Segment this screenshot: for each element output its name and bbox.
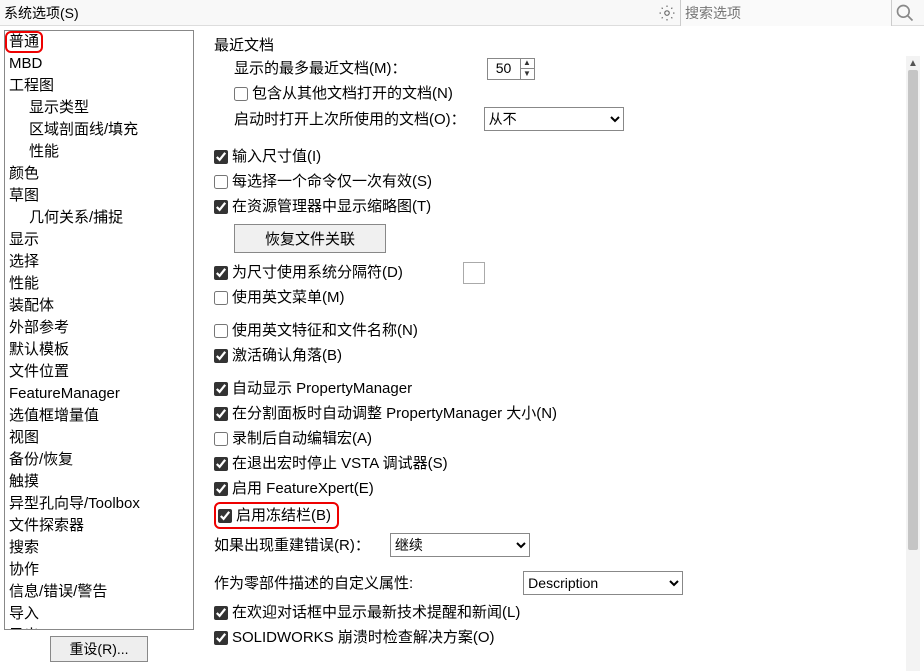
sidebar-item-18[interactable]: 视图 (5, 427, 193, 449)
sidebar-item-1[interactable]: MBD (5, 53, 193, 75)
auto-pm-checkbox[interactable] (214, 382, 228, 396)
confirm-corner-checkbox[interactable] (214, 349, 228, 363)
restore-assoc-button[interactable]: 恢复文件关联 (234, 224, 386, 253)
search-area (658, 0, 918, 26)
top-bar: 系统选项(S) (0, 0, 924, 26)
system-options-tab[interactable]: 系统选项(S) (4, 3, 79, 23)
thumbnails-checkbox[interactable] (214, 200, 228, 214)
sidebar-item-9[interactable]: 显示 (5, 229, 193, 251)
open-last-label: 启动时打开上次所使用的文档(O)： (234, 108, 466, 131)
english-feat-checkbox[interactable] (214, 324, 228, 338)
search-icon[interactable] (892, 0, 918, 26)
single-cmd-label: 每选择一个命令仅一次有效(S) (232, 170, 432, 193)
sidebar-item-27[interactable]: 导出 (5, 625, 193, 630)
input-dim-checkbox[interactable] (214, 150, 228, 164)
scrollbar-thumb[interactable] (908, 70, 918, 550)
spinner-down-icon[interactable]: ▼ (520, 69, 534, 80)
include-other-docs-checkbox[interactable] (234, 87, 248, 101)
sidebar-item-21[interactable]: 异型孔向导/Toolbox (5, 493, 193, 515)
sidebar-item-8[interactable]: 几何关系/捕捉 (5, 207, 193, 229)
welcome-news-checkbox[interactable] (214, 606, 228, 620)
freezebar-label: 启用冻结栏(B) (236, 504, 331, 527)
sidebar-item-20[interactable]: 触摸 (5, 471, 193, 493)
open-last-select[interactable]: 从不 (484, 107, 624, 131)
sidebar-item-7[interactable]: 草图 (5, 185, 193, 207)
max-docs-spinner[interactable]: 50 ▲ ▼ (487, 58, 535, 80)
sidebar-item-13[interactable]: 外部参考 (5, 317, 193, 339)
max-docs-value: 50 (488, 57, 520, 80)
sidebar-item-2[interactable]: 工程图 (5, 75, 193, 97)
auto-resize-checkbox[interactable] (214, 407, 228, 421)
auto-macro-label: 录制后自动编辑宏(A) (232, 427, 372, 450)
sidebar-item-26[interactable]: 导入 (5, 603, 193, 625)
featurexpert-checkbox[interactable] (214, 482, 228, 496)
welcome-news-label: 在欢迎对话框中显示最新技术提醒和新闻(L) (232, 601, 520, 624)
scroll-up-icon[interactable]: ▲ (906, 56, 920, 70)
separator-display-box (463, 262, 485, 284)
english-menu-label: 使用英文菜单(M) (232, 286, 345, 309)
custom-prop-label: 作为零部件描述的自定义属性: (214, 572, 413, 595)
auto-pm-label: 自动显示 PropertyManager (232, 377, 412, 400)
sidebar-item-19[interactable]: 备份/恢复 (5, 449, 193, 471)
sidebar-item-12[interactable]: 装配体 (5, 295, 193, 317)
sidebar-item-5[interactable]: 性能 (5, 141, 193, 163)
auto-resize-label: 在分割面板时自动调整 PropertyManager 大小(N) (232, 402, 557, 425)
crash-check-checkbox[interactable] (214, 631, 228, 645)
custom-prop-select[interactable]: Description (523, 571, 683, 595)
sidebar-item-3[interactable]: 显示类型 (5, 97, 193, 119)
include-other-docs-label: 包含从其他文档打开的文档(N) (252, 82, 453, 105)
english-menu-checkbox[interactable] (214, 291, 228, 305)
max-docs-label: 显示的最多最近文档(M)： (234, 57, 407, 80)
sidebar-item-16[interactable]: FeatureManager (5, 383, 193, 405)
sys-separator-checkbox[interactable] (214, 266, 228, 280)
confirm-corner-label: 激活确认角落(B) (232, 344, 342, 367)
sidebar-item-11[interactable]: 性能 (5, 273, 193, 295)
freezebar-checkbox[interactable] (218, 509, 232, 523)
vertical-scrollbar[interactable]: ▲ ▼ (906, 56, 920, 671)
sidebar-column: 普通MBD工程图显示类型区域剖面线/填充性能颜色草图几何关系/捕捉显示选择性能装… (0, 26, 198, 671)
recent-docs-title: 最近文档 (214, 34, 920, 57)
sidebar-item-10[interactable]: 选择 (5, 251, 193, 273)
sidebar-item-24[interactable]: 协作 (5, 559, 193, 581)
input-dim-label: 输入尺寸值(I) (232, 145, 321, 168)
sidebar-item-14[interactable]: 默认模板 (5, 339, 193, 361)
stop-vsta-label: 在退出宏时停止 VSTA 调试器(S) (232, 452, 448, 475)
featurexpert-label: 启用 FeatureXpert(E) (232, 477, 374, 500)
sidebar-item-6[interactable]: 颜色 (5, 163, 193, 185)
sidebar-item-0[interactable]: 普通 (5, 31, 43, 53)
sidebar-item-22[interactable]: 文件探索器 (5, 515, 193, 537)
sidebar-item-17[interactable]: 选值框增量值 (5, 405, 193, 427)
sidebar-item-25[interactable]: 信息/错误/警告 (5, 581, 193, 603)
rebuild-error-select[interactable]: 继续 (390, 533, 530, 557)
sys-separator-label: 为尺寸使用系统分隔符(D) (232, 261, 403, 284)
sidebar-item-23[interactable]: 搜索 (5, 537, 193, 559)
search-input[interactable] (680, 0, 892, 26)
spinner-up-icon[interactable]: ▲ (520, 58, 534, 69)
sidebar-item-15[interactable]: 文件位置 (5, 361, 193, 383)
stop-vsta-checkbox[interactable] (214, 457, 228, 471)
auto-macro-checkbox[interactable] (214, 432, 228, 446)
single-cmd-checkbox[interactable] (214, 175, 228, 189)
rebuild-error-label: 如果出现重建错误(R)： (214, 534, 370, 557)
crash-check-label: SOLIDWORKS 崩溃时检查解决方案(O) (232, 626, 495, 649)
thumbnails-label: 在资源管理器中显示缩略图(T) (232, 195, 431, 218)
main-area: 普通MBD工程图显示类型区域剖面线/填充性能颜色草图几何关系/捕捉显示选择性能装… (0, 26, 924, 671)
sidebar-tree[interactable]: 普通MBD工程图显示类型区域剖面线/填充性能颜色草图几何关系/捕捉显示选择性能装… (4, 30, 194, 630)
sidebar-item-4[interactable]: 区域剖面线/填充 (5, 119, 193, 141)
settings-search-icon (658, 4, 676, 22)
reset-button[interactable]: 重设(R)... (50, 636, 147, 662)
english-feat-label: 使用英文特征和文件名称(N) (232, 319, 418, 342)
content-panel: 最近文档 显示的最多最近文档(M)： 50 ▲ ▼ 包含从其他文档打开的文档(N… (198, 26, 924, 671)
